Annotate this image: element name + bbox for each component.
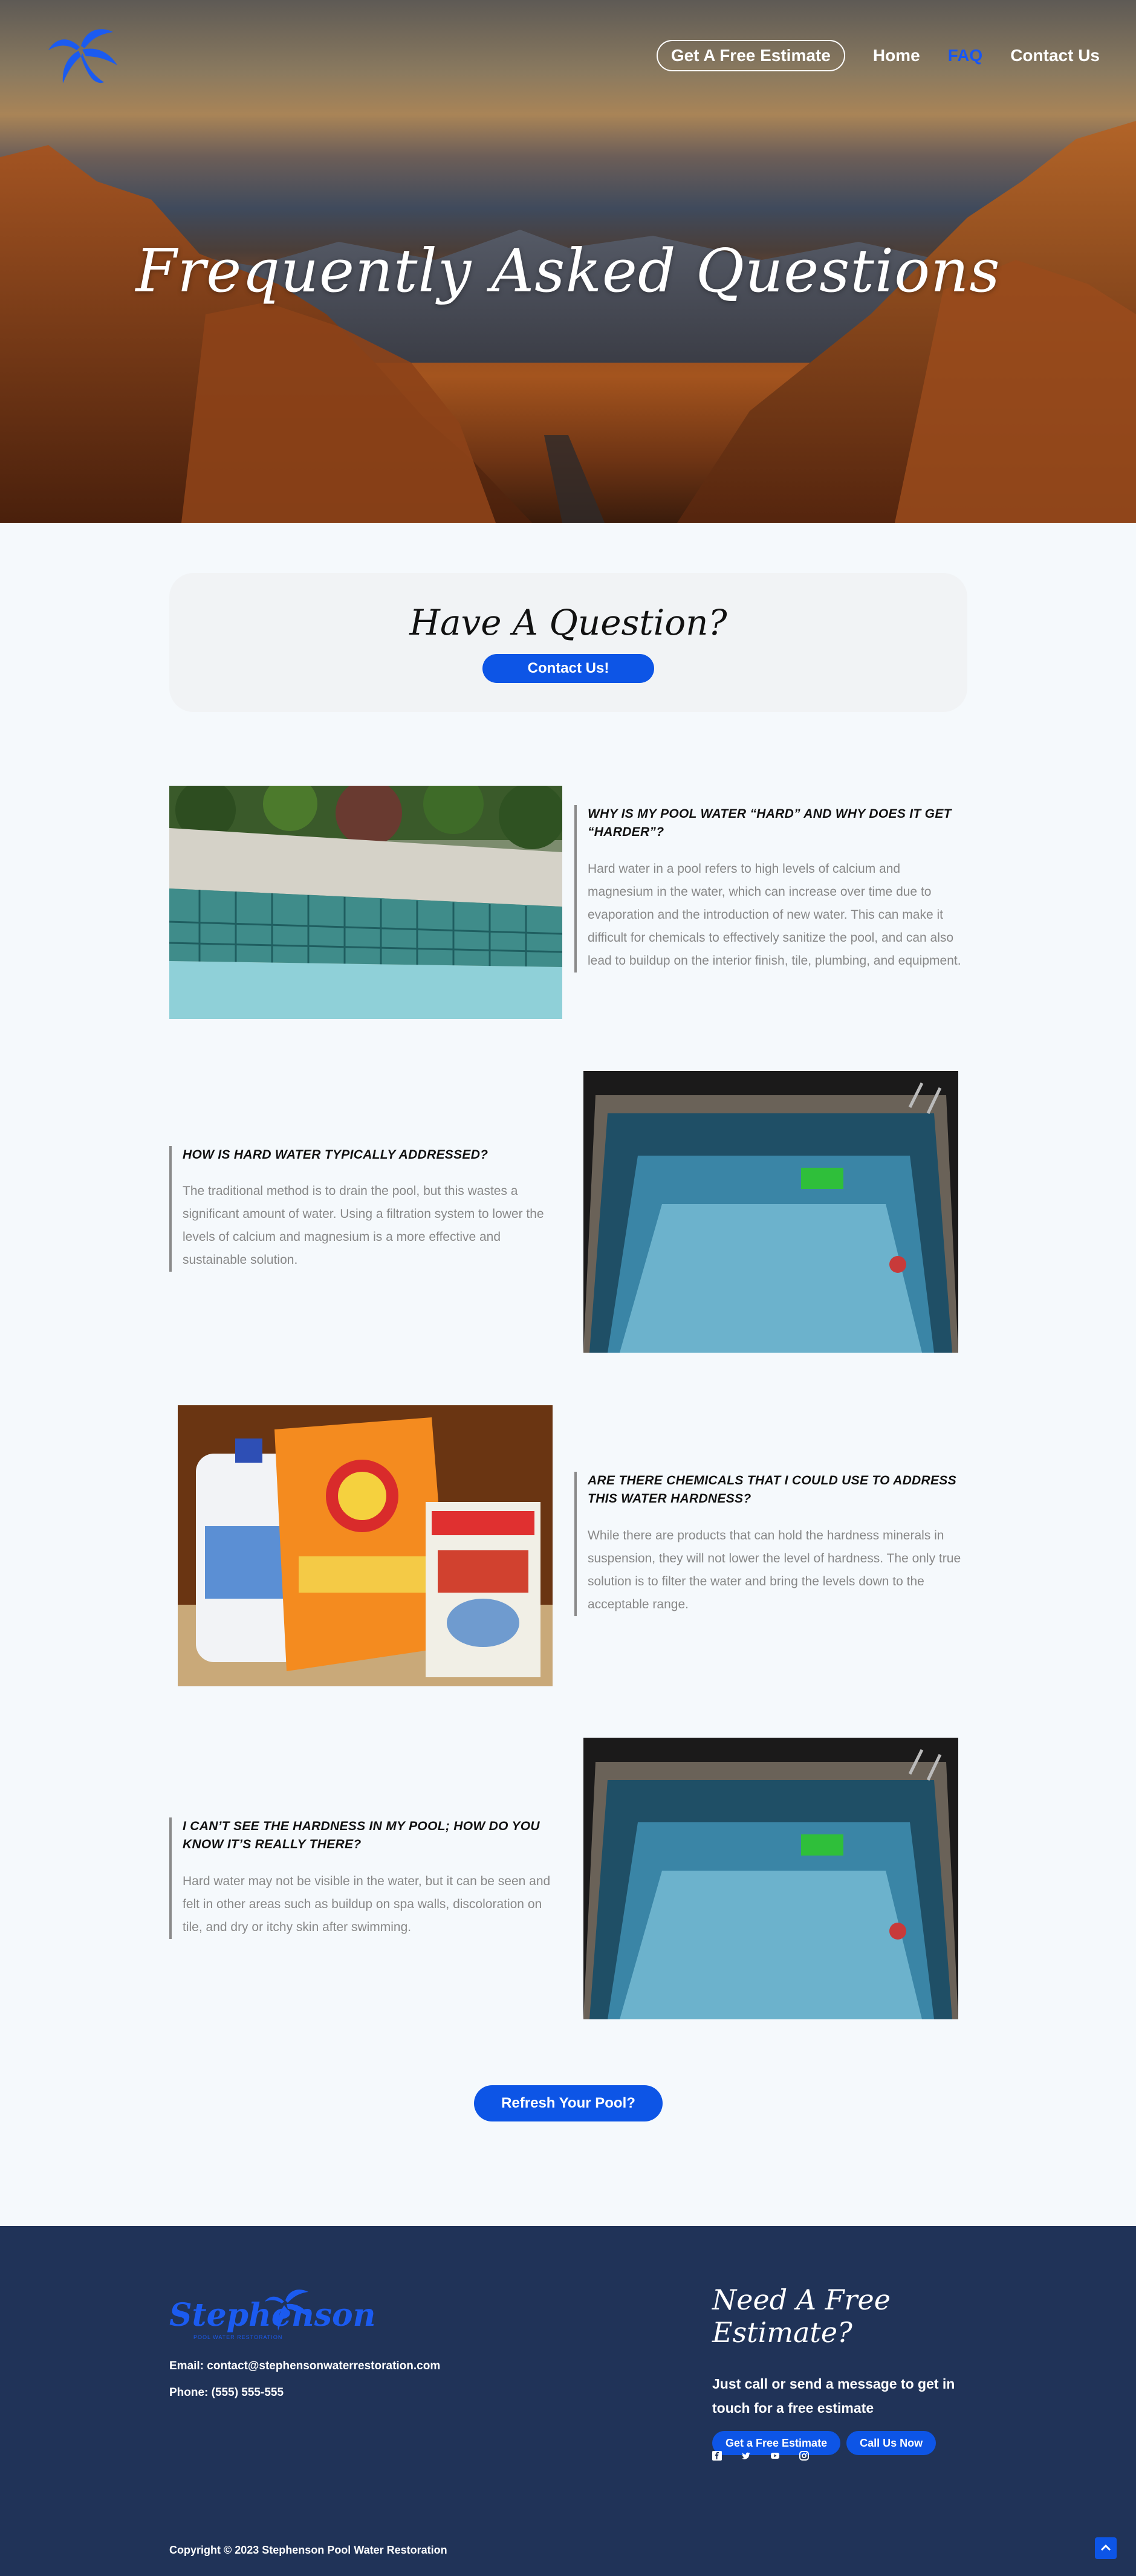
hero-section: Get A Free Estimate Home FAQ Contact Us …: [0, 0, 1136, 523]
empty-pool-image: [583, 1071, 958, 1353]
faq-item: I can’t see the hardness in my pool; how…: [169, 1817, 562, 1939]
refresh-pool-button[interactable]: Refresh Your Pool?: [474, 2085, 663, 2121]
nav-faq-link[interactable]: FAQ: [948, 46, 983, 65]
copyright-text: Copyright © 2023 Stephenson Pool Water R…: [169, 2544, 447, 2556]
nav-contact-link[interactable]: Contact Us: [1010, 46, 1100, 65]
chevron-up-icon: [1100, 2544, 1111, 2551]
footer-cta-title: Need A Free Estimate?: [712, 2283, 891, 2349]
question-box: Have A Question? Contact Us!: [169, 573, 967, 712]
faq-item: How is hard water typically addressed? T…: [169, 1146, 562, 1272]
faq-question: Why is my pool water “hard” and why does…: [588, 807, 952, 840]
footer-email[interactable]: Email: contact@stephensonwaterrestoratio…: [169, 2353, 440, 2380]
footer-cta-text: Just call or send a message to get in to…: [712, 2376, 955, 2416]
pool-chemicals-image: [178, 1405, 553, 1686]
question-box-title: Have A Question?: [409, 602, 727, 643]
nav-estimate-button[interactable]: Get A Free Estimate: [656, 40, 845, 71]
faq-question: I can’t see the hardness in my pool; how…: [183, 1819, 540, 1852]
footer-cta: Need A Free Estimate? Just call or send …: [712, 2283, 990, 2455]
footer-phone[interactable]: Phone: (555) 555-555: [169, 2380, 440, 2406]
faq-answer: Hard water in a pool refers to high leve…: [588, 861, 961, 968]
main-nav: Get A Free Estimate Home FAQ Contact Us: [656, 40, 1100, 71]
footer-logo-subtext: POOL WATER RESTORATION: [193, 2334, 283, 2340]
social-links: [712, 2451, 809, 2461]
twitter-icon[interactable]: [741, 2451, 751, 2461]
youtube-icon[interactable]: [770, 2451, 780, 2461]
contact-us-button[interactable]: Contact Us!: [482, 654, 654, 683]
faq-item: Why is my pool water “hard” and why does…: [574, 805, 967, 972]
faq-answer: While there are products that can hold t…: [588, 1528, 961, 1611]
scroll-to-top-button[interactable]: [1095, 2537, 1117, 2559]
footer-contact: Email: contact@stephensonwaterrestoratio…: [169, 2353, 440, 2406]
faq-item: Are there chemicals that I could use to …: [574, 1472, 967, 1616]
facebook-icon[interactable]: [712, 2451, 722, 2461]
footer-logo-text: Stephenson: [169, 2297, 376, 2334]
faq-question: How is hard water typically addressed?: [183, 1148, 488, 1162]
pool-tile-image: [169, 786, 562, 1019]
faq-answer: Hard water may not be visible in the wat…: [183, 1874, 551, 1934]
empty-pool-image-2: [583, 1738, 958, 2019]
footer: Stephenson POOL WATER RESTORATION Email:…: [0, 2226, 1136, 2576]
faq-answer: The traditional method is to drain the p…: [183, 1184, 544, 1267]
footer-logo[interactable]: Stephenson POOL WATER RESTORATION: [169, 2283, 375, 2353]
nav-home-link[interactable]: Home: [873, 46, 920, 65]
palm-tree-logo-icon[interactable]: [44, 23, 122, 89]
page-title: Frequently Asked Questions: [135, 237, 1001, 306]
faq-question: Are there chemicals that I could use to …: [588, 1474, 956, 1506]
footer-call-button[interactable]: Call Us Now: [846, 2431, 936, 2455]
instagram-icon[interactable]: [799, 2451, 809, 2461]
